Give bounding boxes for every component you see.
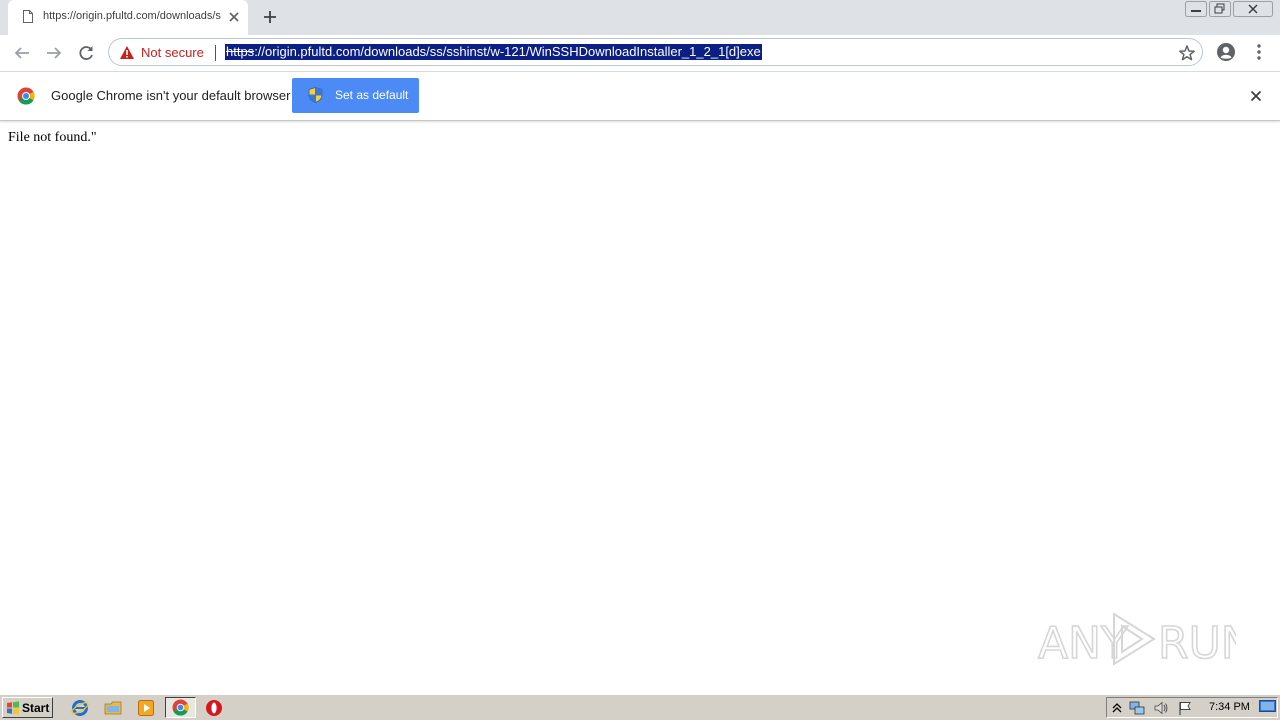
- reload-icon[interactable]: [75, 42, 97, 64]
- document-icon: [23, 10, 33, 23]
- start-button[interactable]: Start: [2, 697, 53, 718]
- tab-title: https://origin.pfultd.com/downloads/ss/s…: [43, 10, 221, 22]
- clock-time[interactable]: 7:34 PM: [1209, 701, 1250, 713]
- action-center-flag-icon[interactable]: [1177, 700, 1193, 716]
- minimize-icon[interactable]: [1185, 1, 1207, 17]
- not-secure-label[interactable]: Not secure: [141, 45, 204, 60]
- internet-explorer-icon[interactable]: [71, 699, 89, 717]
- chrome-taskbar-icon: [172, 699, 189, 716]
- infobar-message: Google Chrome isn't your default browser: [51, 88, 291, 103]
- watermark-text-right: RUN: [1158, 618, 1236, 669]
- chrome-menu-icon[interactable]: [1249, 42, 1269, 62]
- set-as-default-label: Set as default: [335, 88, 409, 102]
- browser-toolbar: Not secure https://origin.pfultd.com/dow…: [0, 35, 1280, 72]
- media-player-icon[interactable]: [137, 699, 155, 717]
- chrome-logo-icon: [17, 87, 35, 105]
- bookmark-star-icon[interactable]: [1178, 44, 1196, 62]
- back-icon[interactable]: [11, 42, 33, 64]
- forward-icon[interactable]: [43, 42, 65, 64]
- file-explorer-icon[interactable]: [104, 699, 122, 717]
- close-tab-icon[interactable]: [226, 9, 242, 25]
- volume-icon[interactable]: [1153, 700, 1169, 716]
- warning-icon[interactable]: [119, 45, 135, 60]
- windows-taskbar: Start 7:34 PM: [0, 694, 1280, 720]
- windows-logo-icon: [7, 701, 19, 715]
- restore-icon[interactable]: [1209, 1, 1231, 17]
- omnibox-separator: [215, 45, 216, 61]
- address-bar[interactable]: Not secure https://origin.pfultd.com/dow…: [108, 38, 1203, 66]
- taskbar-chrome-button[interactable]: [165, 697, 196, 718]
- start-label: Start: [22, 701, 50, 715]
- url-scheme: https: [226, 44, 255, 59]
- page-body-text: File not found.": [8, 130, 97, 145]
- show-hidden-icons-icon[interactable]: [1109, 700, 1125, 716]
- default-browser-infobar: Google Chrome isn't your default browser…: [0, 72, 1280, 121]
- new-tab-icon[interactable]: [260, 7, 280, 27]
- close-infobar-icon[interactable]: [1247, 87, 1265, 105]
- system-tray: 7:34 PM: [1106, 697, 1278, 718]
- close-window-icon[interactable]: [1233, 1, 1273, 17]
- tab-strip: https://origin.pfultd.com/downloads/ss/s…: [0, 0, 1280, 35]
- show-desktop-icon[interactable]: [1259, 700, 1276, 714]
- url-path: ://origin.pfultd.com/downloads/ss/sshins…: [254, 44, 761, 59]
- network-icon[interactable]: [1129, 700, 1145, 716]
- set-as-default-button[interactable]: Set as default: [292, 78, 419, 113]
- opera-icon[interactable]: [205, 699, 223, 717]
- browser-tab[interactable]: https://origin.pfultd.com/downloads/ss/s…: [8, 0, 248, 35]
- anyrun-watermark: ANY RUN: [1037, 612, 1236, 670]
- shield-icon: [308, 87, 323, 103]
- profile-icon[interactable]: [1216, 42, 1236, 62]
- url-text[interactable]: https://origin.pfultd.com/downloads/ss/s…: [225, 44, 762, 60]
